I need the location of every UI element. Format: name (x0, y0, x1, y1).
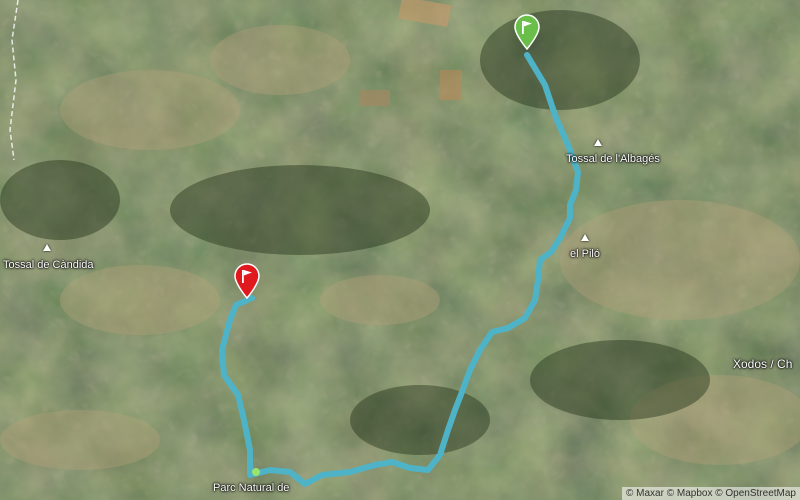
peak-icon (43, 244, 51, 251)
start-marker[interactable] (513, 14, 541, 51)
end-marker[interactable] (233, 263, 261, 300)
peak-icon (594, 139, 602, 146)
attribution-mapbox-link[interactable]: © Mapbox (667, 488, 713, 499)
place-label-parc-natural: Parc Natural de (213, 482, 290, 494)
place-label-tossal-candida: Tossal de Càndida (3, 259, 94, 271)
attribution-maxar-link[interactable]: © Maxar (626, 488, 664, 499)
map-attribution: © Maxar © Mapbox © OpenStreetMap (622, 487, 800, 500)
place-label-el-pilo: el Piló (570, 248, 600, 260)
peak-icon (581, 234, 589, 241)
attribution-osm-link[interactable]: © OpenStreetMap (715, 488, 796, 499)
place-label-tossal-albages: Tossal de l'Albagés (566, 153, 660, 165)
route-waypoint (252, 468, 260, 476)
satellite-map[interactable] (0, 0, 800, 500)
place-label-xodos: Xodos / Ch (733, 357, 793, 371)
